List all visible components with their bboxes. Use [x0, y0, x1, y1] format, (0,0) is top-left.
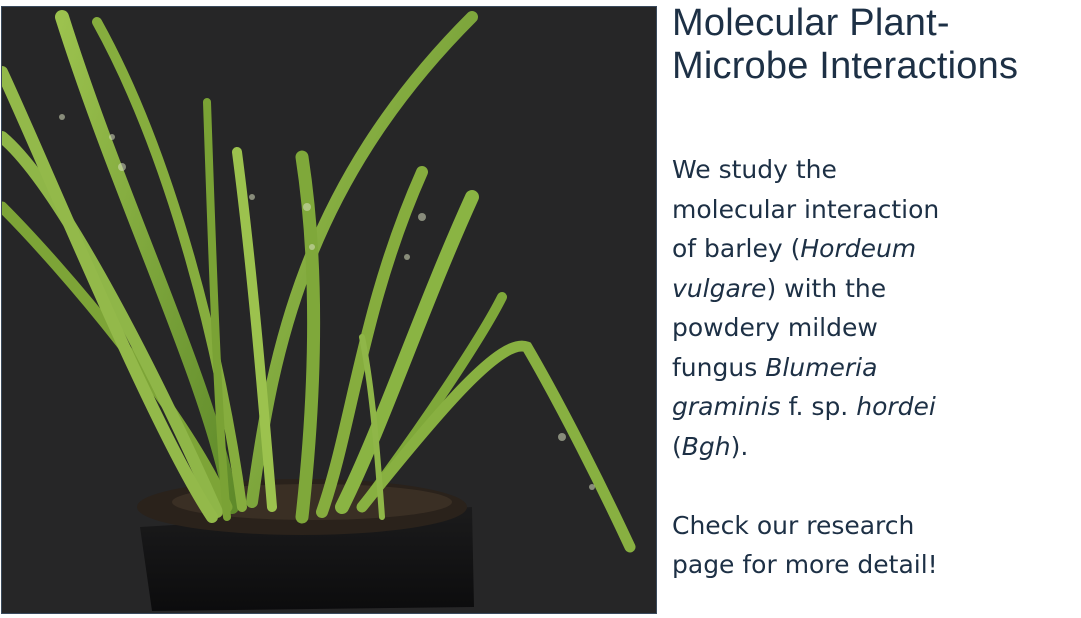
forma-specialis-hordei: hordei [856, 392, 936, 421]
title-line-2: Microbe Interactions [672, 45, 1019, 87]
abbrev-bgh: Bgh [681, 431, 731, 461]
description-block: We study the molecular interaction of ba… [672, 150, 957, 585]
barley-plant-icon [2, 10, 636, 611]
page-title: Molecular Plant- Microbe Interactions [672, 2, 1077, 88]
research-page-link-text[interactable]: Check our research page for more detail! [672, 506, 947, 585]
description-paragraph: We study the molecular interaction of ba… [672, 155, 940, 461]
barley-plant-photo [1, 6, 657, 614]
title-line-1: Molecular Plant- [672, 2, 950, 44]
